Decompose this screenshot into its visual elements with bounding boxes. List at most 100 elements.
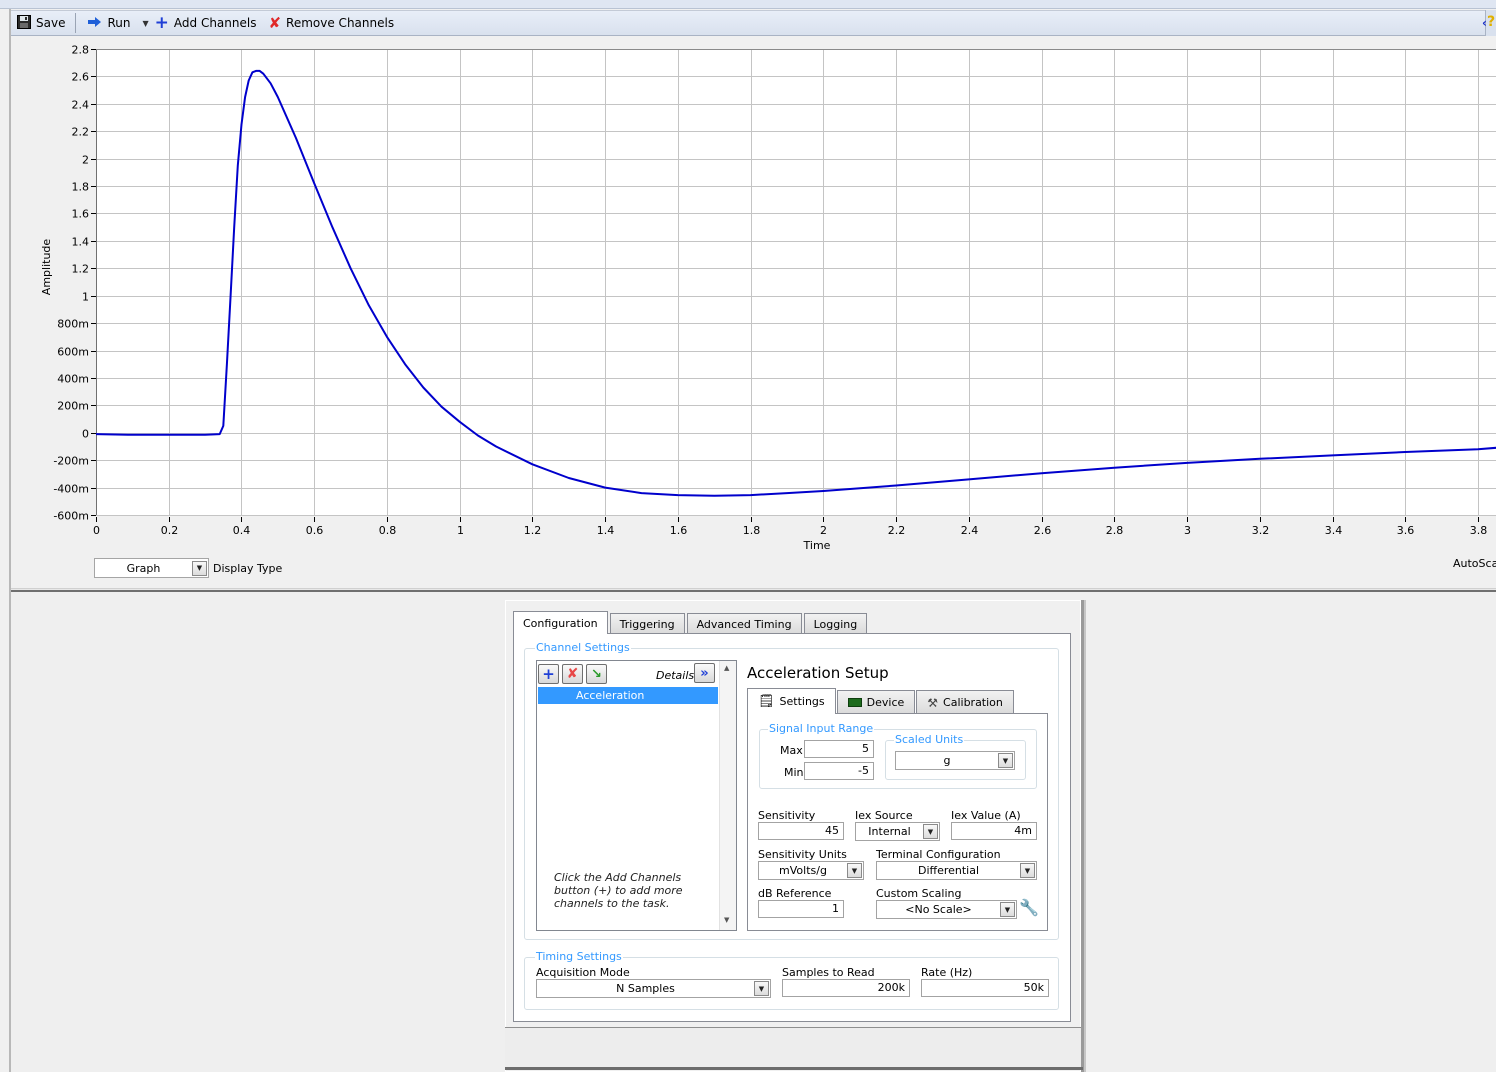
sensitivity-input[interactable]: 45 [758,822,844,840]
setup-title: Acceleration Setup [747,664,889,682]
plus-icon: + [154,12,169,33]
remove-channels-label: Remove Channels [286,16,395,30]
chevron-down-icon[interactable]: ▼ [1000,902,1015,917]
tab-configuration[interactable]: Configuration [513,611,608,634]
y-tick-label: 600m [57,346,89,359]
y-tick-label: 1.6 [72,208,90,221]
remove-channels-button[interactable]: ✘ Remove Channels [268,13,395,32]
subtab-calibration[interactable]: ⚒ Calibration [916,690,1014,714]
rate-input[interactable]: 50k [921,979,1049,997]
x-tick-label: 2.8 [1106,524,1124,537]
reorder-channels-button[interactable]: ↘ [586,664,607,684]
run-button[interactable]: Run [88,16,130,31]
chevron-down-icon[interactable]: ▼ [923,824,938,839]
chevron-down-icon[interactable]: ▼ [847,863,862,878]
x-tick-label: 1.4 [597,524,615,537]
y-tick-label: 800m [57,318,89,331]
custom-scaling-value: <No Scale> [905,903,972,916]
floppy-disk-icon [17,14,31,32]
run-dropdown-button[interactable]: ▼ [142,19,148,28]
x-tick-label: 0 [93,524,100,537]
x-tick-label: 3.4 [1325,524,1343,537]
min-label: Min [784,766,804,779]
samples-to-read-input[interactable]: 200k [782,979,910,997]
add-channels-hint: Click the Add Channels button (+) to add… [554,871,683,910]
y-tick-label: 0 [82,428,89,441]
scaled-units-title: Scaled Units [894,733,965,746]
y-tick-label: 1 [82,291,89,304]
chevron-down-icon[interactable]: ▼ [1020,863,1035,878]
scaled-units-select[interactable]: g ▼ [895,751,1015,770]
subtab-settings-label: Settings [779,695,825,708]
db-reference-input[interactable]: 1 [758,900,844,918]
run-label: Run [107,16,131,30]
config-panel-bottom-border [505,1067,1083,1070]
y-tick-label: 2.6 [72,71,90,84]
setup-subtabs: 🗒 Settings Device ⚒ Calibration [747,688,1015,714]
chevron-down-icon[interactable]: ▼ [192,560,207,576]
red-x-icon: ✘ [566,666,579,682]
scroll-up-icon[interactable]: ▲ [724,664,729,672]
acquisition-mode-value: N Samples [616,982,675,995]
red-x-icon: ✘ [268,13,282,32]
x-tick-label: 0.8 [379,524,397,537]
y-tick-label: -600m [53,510,89,523]
right-arrow-icon [88,16,102,31]
acquisition-mode-select[interactable]: N Samples ▼ [536,979,771,998]
min-input[interactable]: -5 [804,762,874,780]
sensitivity-label: Sensitivity [758,809,816,822]
sensitivity-units-select[interactable]: mVolts/g ▼ [758,861,864,880]
y-tick-label: 2 [82,154,89,167]
channel-list-item[interactable]: Acceleration [538,687,718,704]
scroll-down-icon[interactable]: ▼ [724,916,729,924]
y-tick-label: 400m [57,373,89,386]
amplitude-time-graph[interactable]: 0 0.2 0.4 0.6 0.8 1 1.2 1.4 1.6 1.8 2 2.2 2.4 2.6 2.8 3… [11,37,1496,557]
subtab-calibration-label: Calibration [943,696,1003,709]
x-tick-label: 0.6 [306,524,324,537]
y-tick-label: 1.8 [72,181,90,194]
subtab-device-label: Device [866,696,905,709]
x-tick-label: 1.6 [670,524,688,537]
help-icon[interactable]: ? [1487,14,1495,30]
custom-scaling-select[interactable]: <No Scale> ▼ [876,900,1017,919]
x-tick-label: 3.2 [1252,524,1270,537]
config-tabs: Configuration Triggering Advanced Timing… [513,611,869,634]
channel-list-scrollbar[interactable]: ▲ ▼ [719,661,736,930]
x-tick-label: 0.2 [161,524,179,537]
chevron-down-icon: ▼ [142,18,149,28]
y-tick-label: 200m [57,400,89,413]
remove-channel-button[interactable]: ✘ [562,664,583,684]
x-tick-label: 1.8 [743,524,761,537]
add-channels-button[interactable]: + Add Channels [154,12,257,33]
max-label: Max [780,744,803,757]
toolbar: Save Run ▼ + Add Channels ✘ Remove Chann… [11,10,1485,36]
details-expand-button[interactable]: » [694,663,715,683]
chevron-down-icon[interactable]: ▼ [998,753,1013,768]
wrench-icon[interactable]: 🔧 [1019,898,1039,917]
chevron-down-icon[interactable]: ▼ [754,981,769,996]
autoscale-label[interactable]: AutoScal [1453,557,1496,570]
save-label: Save [36,16,66,30]
window-top-strip [0,0,1496,9]
display-type-select[interactable]: Graph ▼ [94,558,209,578]
sensitivity-units-label: Sensitivity Units [758,848,847,861]
x-tick-label: 3 [1184,524,1191,537]
samples-to-read-label: Samples to Read [782,966,875,979]
save-button[interactable]: Save [17,14,66,32]
display-type-value: Graph [126,561,161,575]
add-channel-button[interactable]: + [538,664,559,684]
plus-icon: + [542,664,555,683]
tab-logging[interactable]: Logging [803,613,868,634]
iex-source-select[interactable]: Internal ▼ [855,822,940,841]
x-tick-label: 0.4 [233,524,251,537]
sensitivity-units-value: mVolts/g [779,864,827,877]
display-type-label: Display Type [213,562,283,575]
max-input[interactable]: 5 [804,740,874,758]
add-channels-label: Add Channels [173,16,257,30]
tab-advanced-timing[interactable]: Advanced Timing [686,613,802,634]
terminal-config-select[interactable]: Differential ▼ [876,861,1037,880]
subtab-settings[interactable]: 🗒 Settings [747,688,836,714]
tab-triggering[interactable]: Triggering [609,613,685,634]
subtab-device[interactable]: Device [836,690,916,714]
iex-value-input[interactable]: 4m [951,822,1037,840]
